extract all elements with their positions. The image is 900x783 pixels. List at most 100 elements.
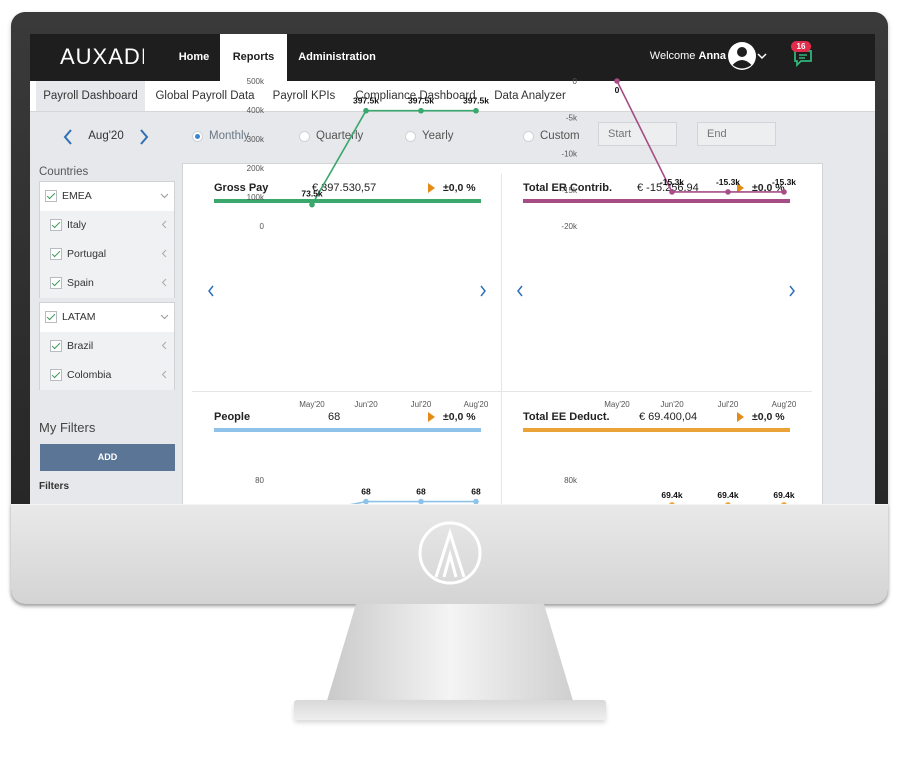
end-date-input[interactable] (697, 122, 776, 146)
y-tick-label: 0 (573, 77, 578, 86)
data-point (725, 502, 731, 504)
nav-administration[interactable]: Administration (292, 34, 382, 81)
add-filter-button[interactable]: ADD (40, 444, 175, 471)
data-point (781, 189, 787, 195)
checkbox-latam[interactable] (45, 311, 57, 323)
region-label: EMEA (62, 190, 92, 202)
tab-data-analyzer[interactable]: Data Analyzer (488, 81, 572, 111)
user-name: Anna (698, 50, 727, 62)
region-group-emea: EMEA Italy Portugal Spain (39, 181, 175, 298)
country-label: Spain (67, 277, 94, 289)
nav-home[interactable]: Home (168, 34, 220, 81)
country-row-colombia[interactable]: Colombia (40, 361, 174, 390)
radio-yearly[interactable] (405, 131, 416, 142)
gross-pay-line-chart: 0 100k 200k 300k 400k 500k May'20 Jun'20 Jul'20 A… (247, 77, 490, 409)
tab-payroll-kpis[interactable]: Payroll KPIs (264, 81, 344, 111)
next-period-icon[interactable] (138, 128, 150, 146)
checkbox-spain[interactable] (50, 277, 62, 289)
data-point (363, 107, 369, 114)
series-line-segment (349, 500, 367, 504)
filters-label: Filters (39, 481, 70, 492)
y-tick-label: 80 (255, 476, 264, 485)
people-line-chart: 8060686868 (255, 476, 481, 504)
x-tick-label: May'20 (604, 400, 630, 409)
my-filters-heading: My Filters (39, 420, 96, 435)
x-tick-label: Aug'20 (772, 400, 797, 409)
data-point (614, 78, 620, 84)
radio-quarterly[interactable] (299, 131, 310, 142)
country-row-spain[interactable]: Spain (40, 269, 174, 298)
tab-global-payroll-data[interactable]: Global Payroll Data (150, 81, 260, 111)
er-contrib-line-chart: 0 -5k -10k -15k -20k May'20 Jun'20 Jul'20 Aug'20… (561, 77, 796, 409)
data-label: 0 (615, 85, 620, 95)
user-avatar-icon[interactable] (727, 41, 757, 71)
country-row-portugal[interactable]: Portugal (40, 240, 174, 269)
radio-monthly[interactable] (192, 131, 203, 142)
previous-period-icon[interactable] (62, 128, 74, 146)
data-point (418, 107, 424, 114)
app-screen: AUXADI Home Reports Administration Welco… (30, 34, 875, 504)
data-label: 397.5k (353, 96, 379, 106)
kpi-title: Total EE Deduct. (523, 411, 610, 423)
trend-arrow-icon (737, 412, 744, 422)
chevron-down-icon[interactable] (756, 51, 768, 61)
y-tick-label: -5k (566, 113, 578, 122)
region-row-emea[interactable]: EMEA (40, 182, 174, 211)
y-tick-label: 200k (247, 164, 265, 173)
chevron-left-icon[interactable] (160, 341, 169, 350)
data-label: 69.4k (773, 490, 795, 500)
radio-custom[interactable] (523, 131, 534, 142)
data-point (725, 189, 731, 195)
welcome-message: Welcome Anna (590, 34, 726, 81)
x-tick-label: Aug'20 (464, 400, 489, 409)
checkbox-italy[interactable] (50, 219, 62, 231)
kpi-change: ±0,0 % (443, 182, 476, 194)
radio-quarterly-label[interactable]: Quarterly (316, 130, 363, 142)
radio-yearly-label[interactable]: Yearly (422, 130, 454, 142)
monitor-stand-base (294, 700, 606, 720)
checkbox-portugal[interactable] (50, 248, 62, 260)
radio-monthly-label[interactable]: Monthly (209, 130, 249, 142)
nav-reports[interactable]: Reports (220, 34, 287, 81)
x-tick-label: Jul'20 (718, 400, 739, 409)
start-date-input[interactable] (598, 122, 677, 146)
chevron-down-icon[interactable] (160, 312, 169, 321)
data-label: 68 (416, 487, 426, 497)
checkbox-brazil[interactable] (50, 340, 62, 352)
radio-custom-label[interactable]: Custom (540, 130, 580, 142)
chevron-left-icon[interactable] (160, 278, 169, 287)
data-label: 73.5k (301, 189, 323, 199)
country-label: Colombia (67, 369, 112, 381)
chevron-down-icon[interactable] (160, 191, 169, 200)
data-label: 397.5k (463, 96, 489, 106)
y-tick-label: 100k (247, 193, 265, 202)
country-row-italy[interactable]: Italy (40, 211, 174, 240)
checkbox-colombia[interactable] (50, 369, 62, 381)
data-point (418, 498, 424, 504)
kpi-ee-deduct: Total EE Deduct. € 69.400,04 ±0,0 % (523, 411, 790, 433)
chevron-left-icon[interactable] (160, 220, 169, 229)
kpi-accent-bar (523, 428, 790, 432)
x-tick-label: Jun'20 (660, 400, 684, 409)
chevron-left-icon[interactable] (160, 249, 169, 258)
y-tick-label: -10k (561, 150, 578, 159)
chevron-left-icon[interactable] (160, 370, 169, 379)
kpi-value: € 69.400,04 (639, 411, 698, 423)
tab-payroll-dashboard[interactable]: Payroll Dashboard (36, 81, 145, 111)
auxadi-logo: AUXADI (60, 44, 144, 69)
data-label: -15.3k (660, 177, 684, 187)
svg-text:AUXADI: AUXADI (60, 44, 144, 69)
data-label: 68 (471, 487, 481, 497)
data-label: 69.4k (717, 490, 739, 500)
x-tick-label: Jul'20 (411, 400, 432, 409)
x-tick-label: May'20 (299, 400, 325, 409)
country-row-brazil[interactable]: Brazil (40, 332, 174, 361)
data-label: 69.4k (661, 490, 683, 500)
region-row-latam[interactable]: LATAM (40, 303, 174, 332)
data-point (669, 189, 675, 195)
checkbox-emea[interactable] (45, 190, 57, 202)
region-group-latam: LATAM Brazil Colombia (39, 302, 175, 390)
kpi-change: ±0,0 % (752, 411, 785, 423)
data-point (309, 201, 315, 208)
data-point (363, 498, 369, 504)
